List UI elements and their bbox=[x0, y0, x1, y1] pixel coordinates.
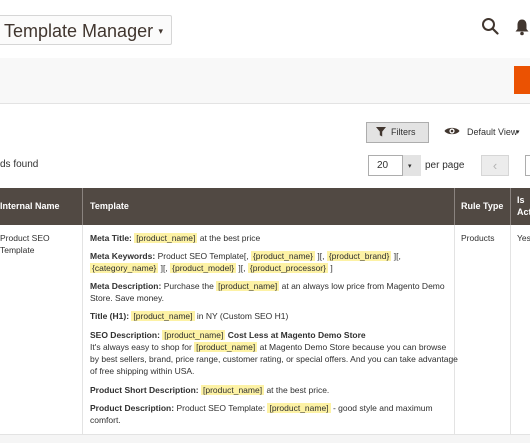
separator-text: ][, bbox=[317, 251, 325, 261]
add-new-template-button[interactable] bbox=[514, 66, 530, 94]
filters-label: Filters bbox=[391, 127, 416, 137]
title-h1-text: in NY (Custom SEO H1) bbox=[196, 311, 289, 321]
meta-title-text: at the best price bbox=[199, 233, 261, 243]
meta-title-label: Meta Title: bbox=[90, 233, 132, 243]
meta-description-line-2: Store. Save money. bbox=[90, 293, 165, 303]
variable-token: {category_name} bbox=[90, 263, 159, 273]
switcher-label: Template Manager bbox=[4, 21, 154, 41]
column-header-template[interactable]: Template bbox=[90, 201, 129, 211]
seo-description-line: SEO Description: [product_name] Cost Les… bbox=[90, 329, 460, 342]
short-description-text: at the best price. bbox=[266, 385, 330, 395]
page-actions-bar bbox=[0, 58, 530, 104]
chevron-down-icon[interactable]: ▾ bbox=[516, 128, 520, 136]
default-view-label[interactable]: Default View bbox=[467, 127, 517, 137]
variable-token: {product_name} bbox=[250, 251, 315, 261]
chevron-down-icon: ▾ bbox=[408, 163, 412, 170]
variable-token: [product_name] bbox=[194, 342, 258, 352]
separator-text: ][, bbox=[160, 263, 168, 273]
variable-token: {product_brand} bbox=[326, 251, 392, 261]
column-header-is-active-cont: Act bbox=[517, 207, 530, 217]
seo-description-line-3: by best sellers, brand, price range, cus… bbox=[90, 354, 458, 364]
seo-description-label: SEO Description: bbox=[90, 330, 160, 340]
search-icon[interactable] bbox=[481, 17, 499, 35]
product-description-label: Product Description: bbox=[90, 403, 175, 413]
product-description-line-2: comfort. bbox=[90, 415, 121, 425]
seo-description-bold-text: Cost Less at Magento Demo Store bbox=[227, 330, 366, 340]
variable-token: [product_name] bbox=[201, 385, 265, 395]
chevron-down-icon: ▾ bbox=[158, 26, 163, 36]
product-description-text: - good style and maximum bbox=[332, 403, 433, 413]
variable-token: [product_name] bbox=[131, 311, 195, 321]
variable-token: [product_name] bbox=[162, 330, 226, 340]
column-header-internal-name[interactable]: Internal Name bbox=[0, 201, 60, 211]
bell-icon[interactable] bbox=[514, 18, 530, 36]
per-page-label: per page bbox=[425, 160, 465, 171]
records-found-text: ds found bbox=[0, 159, 39, 170]
separator-text: ][, bbox=[238, 263, 246, 273]
column-header-is-active[interactable]: Is bbox=[517, 195, 525, 205]
variable-token: [product_name] bbox=[134, 233, 198, 243]
chevron-left-icon: ‹ bbox=[492, 158, 498, 173]
table-header bbox=[0, 188, 530, 225]
meta-description-text: Purchase the bbox=[163, 281, 214, 291]
title-h1-label: Title (H1): bbox=[90, 311, 130, 321]
template-manager-switcher[interactable]: Template Manager ▾ bbox=[0, 15, 172, 45]
short-description-line: Product Short Description: [product_name… bbox=[90, 384, 460, 397]
page-number-input[interactable] bbox=[525, 155, 530, 176]
table-cell-is-active: Yes bbox=[517, 233, 530, 243]
seo-description-text: It's always easy to shop for bbox=[90, 342, 192, 352]
seo-description-line-2: It's always easy to shop for [product_na… bbox=[90, 341, 460, 354]
meta-keywords-line: Meta Keywords: Product SEO Template[, {p… bbox=[90, 250, 460, 263]
variable-token: {product_model} bbox=[170, 263, 237, 273]
internal-name-line: Product SEO bbox=[0, 233, 50, 243]
seo-description-line-4: of free shipping within USA. bbox=[90, 366, 195, 376]
meta-keywords-text: Product SEO Template[, bbox=[157, 251, 249, 261]
meta-keywords-line-2: {category_name} ][, {product_model} ][, … bbox=[90, 262, 460, 275]
separator-text: ] bbox=[330, 263, 333, 273]
table-cell-rule-type: Products bbox=[461, 233, 495, 243]
meta-title-line: Meta Title: [product_name] at the best p… bbox=[90, 232, 460, 245]
title-h1-line: Title (H1): [product_name] in NY (Custom… bbox=[90, 310, 460, 323]
meta-description-text: at an always low price from Magento Demo bbox=[281, 281, 445, 291]
previous-page-button[interactable]: ‹ bbox=[481, 155, 509, 176]
separator-text: ][, bbox=[393, 251, 401, 261]
filter-icon bbox=[376, 127, 386, 137]
variable-token: {product_processor} bbox=[247, 263, 328, 273]
product-description-text: Product SEO Template: bbox=[176, 403, 266, 413]
per-page-value[interactable]: 20 bbox=[377, 160, 388, 171]
variable-token: [product_name] bbox=[267, 403, 331, 413]
meta-keywords-label: Meta Keywords: bbox=[90, 251, 156, 261]
table-cell-internal-name: Product SEO Template bbox=[0, 232, 50, 256]
meta-description-line: Meta Description: Purchase the [product_… bbox=[90, 280, 460, 293]
per-page-dropdown-button[interactable]: ▾ bbox=[402, 155, 421, 176]
eye-icon[interactable] bbox=[444, 126, 460, 136]
meta-description-label: Meta Description: bbox=[90, 281, 162, 291]
column-header-rule-type[interactable]: Rule Type bbox=[461, 201, 503, 211]
short-description-label: Product Short Description: bbox=[90, 385, 199, 395]
variable-token: [product_name] bbox=[216, 281, 280, 291]
internal-name-line: Template bbox=[0, 245, 35, 255]
product-description-line: Product Description: Product SEO Templat… bbox=[90, 402, 460, 415]
seo-description-text: at Magento Demo Store because you can br… bbox=[259, 342, 447, 352]
